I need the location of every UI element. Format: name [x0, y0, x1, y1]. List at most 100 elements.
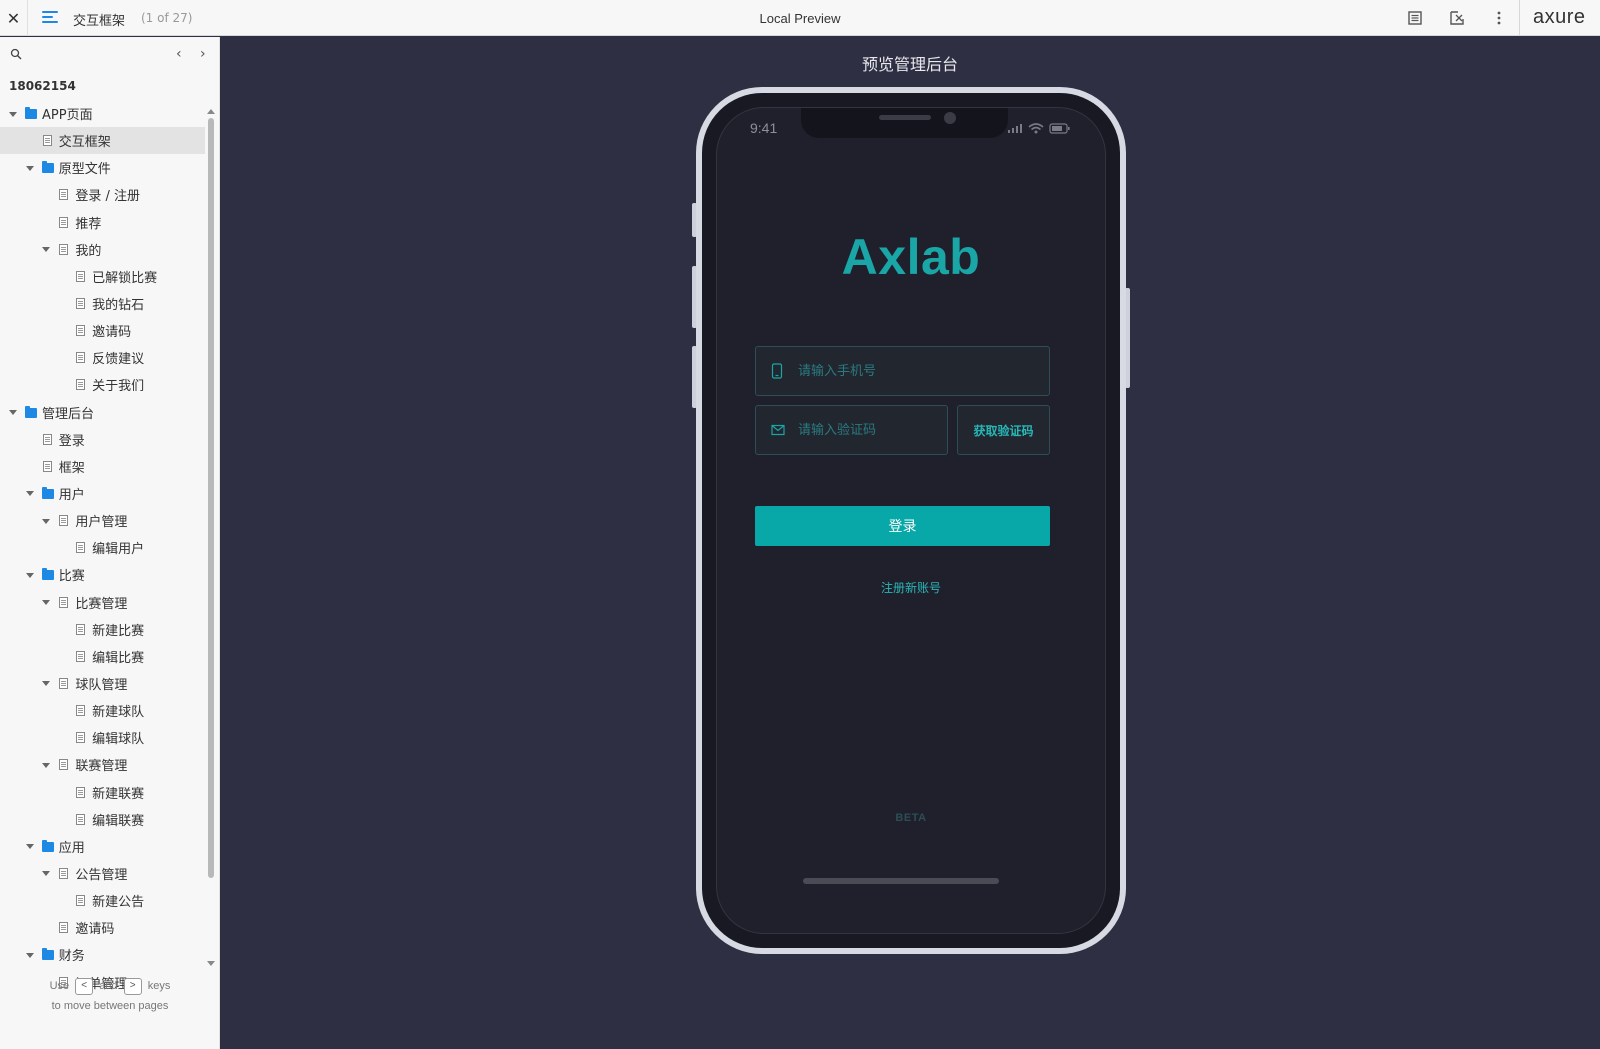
expand-caret-icon[interactable] [26, 490, 34, 498]
sitemap-menu-icon[interactable] [42, 11, 58, 25]
tree-item[interactable]: 交互框架 [0, 127, 205, 155]
page-icon [76, 786, 86, 798]
tree-item[interactable]: 球队管理 [0, 670, 205, 697]
scrollbar-thumb[interactable] [208, 118, 214, 878]
tree-item-label: 邀请码 [75, 922, 115, 938]
tree-item-label: 新建联赛 [92, 786, 145, 802]
register-link[interactable]: 注册新账号 [717, 579, 1105, 596]
tree-item-label: 框架 [58, 460, 85, 476]
expand-caret-icon[interactable] [42, 870, 50, 878]
sidebar-scrollbar[interactable] [206, 106, 215, 963]
page-icon [59, 216, 69, 228]
tree-item[interactable]: 编辑联赛 [0, 806, 205, 833]
more-vertical-icon[interactable] [1490, 9, 1508, 27]
tree-item[interactable]: 应用 [0, 833, 205, 860]
expand-caret-icon[interactable] [42, 517, 50, 525]
toolbar-divider [1519, 0, 1520, 36]
keyboard-hint: Use < and > keys to move between pages [0, 976, 220, 1016]
tree-item[interactable]: 新建公告 [0, 887, 205, 914]
tree-item[interactable]: 管理后台 [0, 399, 205, 426]
tree-item[interactable]: 关于我们 [0, 371, 205, 398]
scroll-up-arrow-icon[interactable] [206, 106, 215, 114]
top-toolbar: ✕ 交互框架 (1 of 27) Local Preview axure [0, 0, 1600, 36]
tree-item[interactable]: 用户管理 [0, 507, 205, 534]
tree-item[interactable]: 公告管理 [0, 860, 205, 887]
page-icon [59, 922, 69, 934]
tree-item-label: 比赛 [58, 569, 85, 585]
tree-item[interactable]: 我的 [0, 236, 205, 263]
tree-item[interactable]: 比赛 [0, 561, 205, 588]
tree-item-label: 登录 [58, 433, 85, 449]
get-code-button[interactable]: 获取验证码 [957, 405, 1050, 455]
tree-item[interactable]: 框架 [0, 453, 205, 480]
page-icon [42, 460, 52, 472]
page-icon [76, 895, 86, 907]
hint-line2: to move between pages [51, 1000, 169, 1012]
expand-caret-icon[interactable] [42, 680, 50, 688]
tree-item[interactable]: 财务 [0, 941, 205, 968]
tree-item[interactable]: 登录 / 注册 [0, 181, 205, 208]
tree-item[interactable]: 用户 [0, 480, 205, 507]
tree-item[interactable]: 推荐 [0, 209, 205, 236]
tree-item[interactable]: 邀请码 [0, 317, 205, 344]
tree-item-label: 联赛管理 [75, 759, 128, 775]
tree-item[interactable]: 原型文件 [0, 154, 205, 181]
tree-item[interactable]: 比赛管理 [0, 589, 205, 616]
tree-item[interactable]: 新建联赛 [0, 779, 205, 806]
next-page-arrow-icon[interactable]: › [200, 46, 206, 62]
previous-page-arrow-icon[interactable]: ‹ [176, 46, 182, 62]
tree-item[interactable]: 已解锁比赛 [0, 263, 205, 290]
expand-caret-icon[interactable] [26, 843, 34, 851]
verification-code-field[interactable] [755, 405, 948, 455]
mobile-phone-icon [771, 363, 783, 379]
tree-item[interactable]: 新建球队 [0, 697, 205, 724]
phone-notch [801, 108, 1008, 138]
status-time: 9:41 [750, 120, 778, 136]
page-icon [42, 433, 52, 445]
tree-item-label: 编辑联赛 [92, 813, 145, 829]
tree-item-label: 编辑比赛 [92, 650, 145, 666]
notes-icon[interactable] [1406, 9, 1424, 27]
page-icon [59, 596, 69, 608]
tree-item-label: 管理后台 [42, 406, 95, 422]
tree-item[interactable]: 编辑用户 [0, 534, 205, 561]
tree-item[interactable]: 编辑比赛 [0, 643, 205, 670]
verification-code-input[interactable] [798, 406, 939, 454]
folder-icon [41, 161, 54, 174]
expand-caret-icon[interactable] [42, 599, 50, 607]
expand-caret-icon[interactable] [26, 571, 34, 579]
scroll-down-arrow-icon[interactable] [206, 961, 215, 969]
envelope-icon [771, 424, 785, 436]
tree-item[interactable]: 登录 [0, 426, 205, 453]
tree-item[interactable]: APP页面 [0, 100, 205, 127]
beta-label: BETA [895, 812, 927, 824]
exit-fullscreen-icon[interactable] [1448, 9, 1466, 27]
tree-item[interactable]: 新建比赛 [0, 616, 205, 643]
home-indicator[interactable] [803, 878, 999, 884]
close-icon[interactable]: ✕ [0, 0, 28, 36]
tree-item-label: 反馈建议 [92, 352, 145, 368]
tree-item[interactable]: 反馈建议 [0, 344, 205, 371]
page-icon [59, 243, 69, 255]
expand-caret-icon[interactable] [42, 761, 50, 769]
tree-item-label: 交互框架 [58, 135, 111, 151]
expand-caret-icon[interactable] [9, 110, 17, 118]
expand-caret-icon[interactable] [26, 164, 34, 172]
tree-item[interactable]: 联赛管理 [0, 751, 205, 778]
expand-caret-icon[interactable] [26, 951, 34, 959]
tree-item-label: 比赛管理 [75, 596, 128, 612]
phone-number-field[interactable] [755, 346, 1050, 396]
expand-caret-icon[interactable] [9, 409, 17, 417]
page-icon [76, 623, 86, 635]
tree-item[interactable]: 我的钻石 [0, 290, 205, 317]
login-button[interactable]: 登录 [755, 506, 1050, 546]
tree-item[interactable]: 编辑球队 [0, 724, 205, 751]
tree-item-label: 关于我们 [92, 379, 145, 395]
axure-logo[interactable]: axure [1533, 6, 1586, 29]
signal-icon [1008, 124, 1022, 133]
phone-screen: 9:41 Axlab 请输入手机号 请输入验证码 获取验证码 登录 注册新账号 … [716, 107, 1106, 934]
search-icon[interactable] [10, 48, 22, 60]
expand-caret-icon[interactable] [42, 246, 50, 254]
tree-item[interactable]: 邀请码 [0, 914, 205, 941]
phone-number-input[interactable] [798, 347, 1041, 395]
